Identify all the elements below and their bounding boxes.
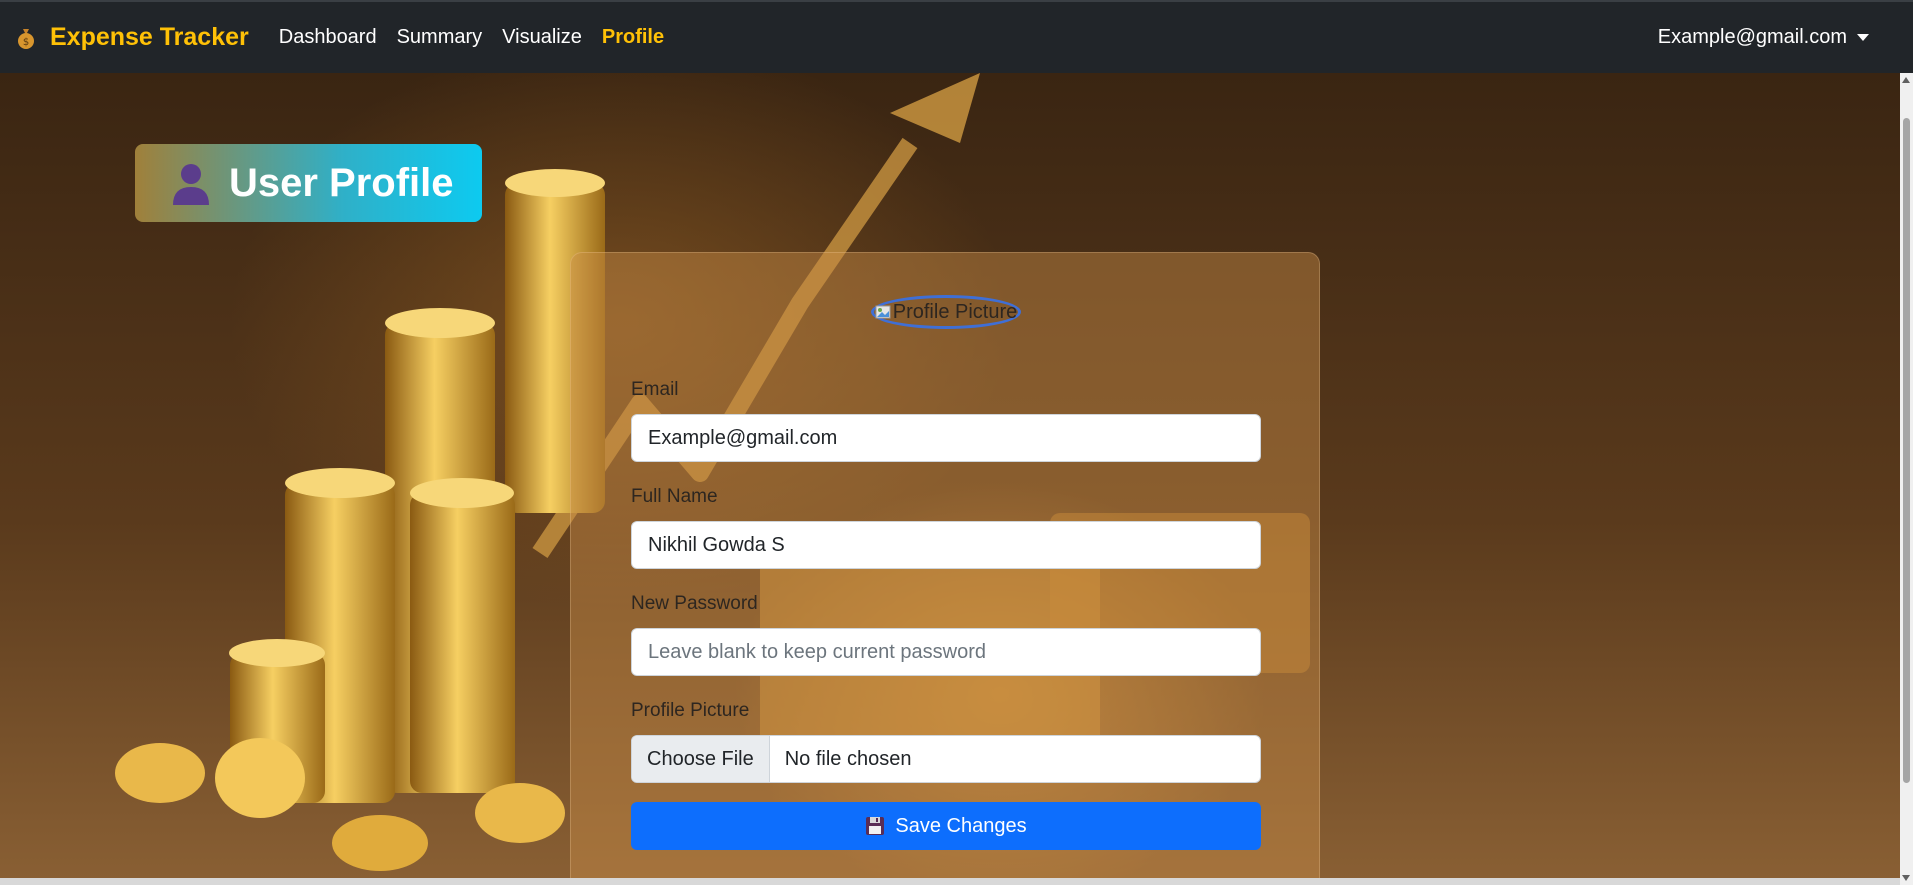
scroll-thumb[interactable] — [1903, 118, 1910, 783]
email-label: Email — [631, 379, 679, 400]
nav-links: Dashboard Summary Visualize Profile — [279, 26, 684, 49]
page-title-badge: User Profile — [135, 144, 482, 222]
user-email: Example@gmail.com — [1657, 26, 1847, 48]
brand-text: Expense Tracker — [50, 23, 249, 51]
floppy-disk-icon — [866, 817, 885, 835]
nav-dashboard[interactable]: Dashboard — [279, 26, 377, 49]
profile-picture-avatar: Profile Picture — [871, 295, 1021, 329]
file-status-text: No file chosen — [784, 747, 912, 770]
choose-file-button[interactable]: Choose File — [632, 736, 770, 782]
broken-image-icon — [875, 305, 891, 319]
save-changes-button[interactable]: Save Changes — [631, 802, 1261, 850]
brand-link[interactable]: $ Expense Tracker — [14, 23, 249, 52]
top-navbar: $ Expense Tracker Dashboard Summary Visu… — [0, 0, 1913, 73]
caret-down-icon — [1857, 34, 1869, 41]
vertical-scrollbar[interactable] — [1900, 73, 1913, 885]
money-bag-icon: $ — [18, 28, 34, 49]
avatar-alt-text: Profile Picture — [892, 300, 1018, 323]
nav-profile[interactable]: Profile — [602, 26, 664, 49]
page-title: User Profile — [229, 160, 454, 205]
email-field[interactable]: Example@gmail.com — [631, 414, 1261, 462]
user-silhouette-icon — [173, 164, 209, 205]
nav-summary[interactable]: Summary — [397, 26, 483, 49]
scroll-up-arrow-icon[interactable] — [1902, 77, 1910, 83]
full-name-field[interactable]: Nikhil Gowda S — [631, 521, 1261, 569]
new-password-field[interactable]: Leave blank to keep current password — [631, 628, 1261, 676]
save-button-label: Save Changes — [895, 814, 1027, 837]
user-dropdown-toggle[interactable]: Example@gmail.com — [1658, 26, 1869, 49]
full-name-label: Full Name — [631, 486, 718, 507]
profile-picture-label: Profile Picture — [631, 700, 750, 721]
profile-picture-file-input[interactable]: Choose File No file chosen — [631, 735, 1261, 783]
scroll-down-arrow-icon[interactable] — [1902, 875, 1910, 881]
new-password-label: New Password — [631, 593, 758, 614]
profile-form-card: Profile Picture Email Example@gmail.com … — [570, 252, 1320, 885]
svg-text:$: $ — [23, 37, 29, 48]
horizontal-scrollbar-track — [0, 878, 1900, 885]
nav-visualize[interactable]: Visualize — [502, 26, 582, 49]
